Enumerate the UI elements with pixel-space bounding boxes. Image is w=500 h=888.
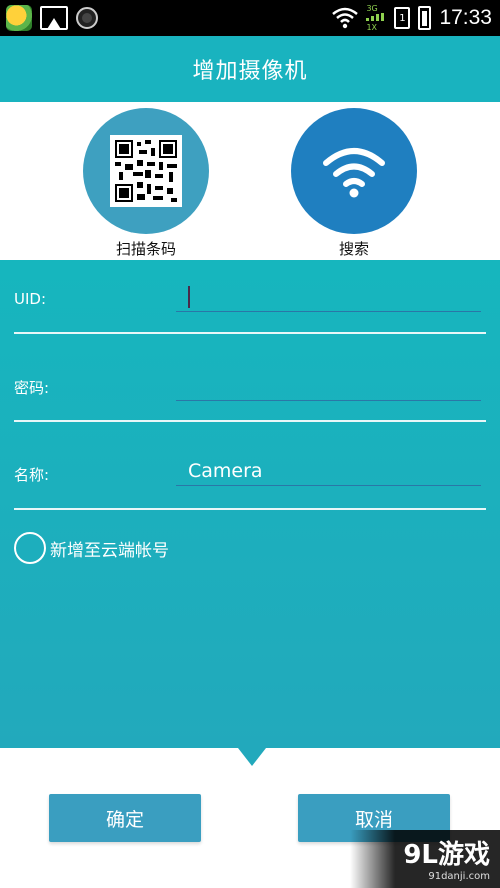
divider [14,508,486,510]
cloud-account-label: 新增至云端帐号 [50,540,169,561]
text-cursor [188,286,190,308]
system-icons: 3G 1X 1 17:33 [332,4,492,32]
cloud-account-checkbox[interactable] [14,532,46,564]
notification-icons [6,5,98,31]
camera-form: UID: 密码: 名称: Camera 新增至云端帐号 [0,260,500,748]
sim-icon: 1 [394,7,411,29]
qr-code-icon [110,135,182,207]
search-label: 搜索 [338,240,369,258]
divider [14,420,486,422]
clock: 17:33 [439,6,492,29]
signal-bottom-label: 1X [366,23,378,32]
signal-icon: 3G 1X [366,4,386,32]
cloud-account-option[interactable]: 新增至云端帐号 [14,532,169,564]
page-title: 增加摄像机 [192,59,308,84]
password-input[interactable] [176,371,481,401]
add-method-actions: 扫描条码 搜索 [0,102,500,260]
password-label: 密码: [14,379,50,397]
watermark: 9L游戏 91danji.com [350,830,500,888]
search-circle [291,108,417,234]
gallery-icon [40,6,68,30]
scan-barcode-label: 扫描条码 [115,240,176,258]
name-row: 名称: Camera [0,434,500,521]
scan-circle [83,108,209,234]
name-input[interactable]: Camera [176,456,481,486]
status-bar: 3G 1X 1 17:33 [0,0,500,36]
uid-label: UID: [14,290,47,308]
watermark-brand: 9L游戏 [403,840,490,870]
confirm-button[interactable]: 确定 [49,794,201,842]
battery-icon [418,6,432,30]
signal-top-label: 3G [366,4,378,13]
divider [14,332,486,334]
wifi-icon [323,148,385,198]
app-header: 增加摄像机 [0,36,500,102]
game-app-icon [6,5,32,31]
wifi-icon [332,7,359,29]
search-button[interactable]: 搜索 [284,108,424,259]
uid-input[interactable] [176,282,481,312]
uid-row: UID: [0,260,500,347]
pointer-notch [238,748,266,766]
name-label: 名称: [14,466,50,484]
watermark-site: 91danji.com [428,871,490,882]
scan-barcode-button[interactable]: 扫描条码 [76,108,216,259]
password-row: 密码: [0,347,500,434]
camera-app-icon [76,7,98,29]
